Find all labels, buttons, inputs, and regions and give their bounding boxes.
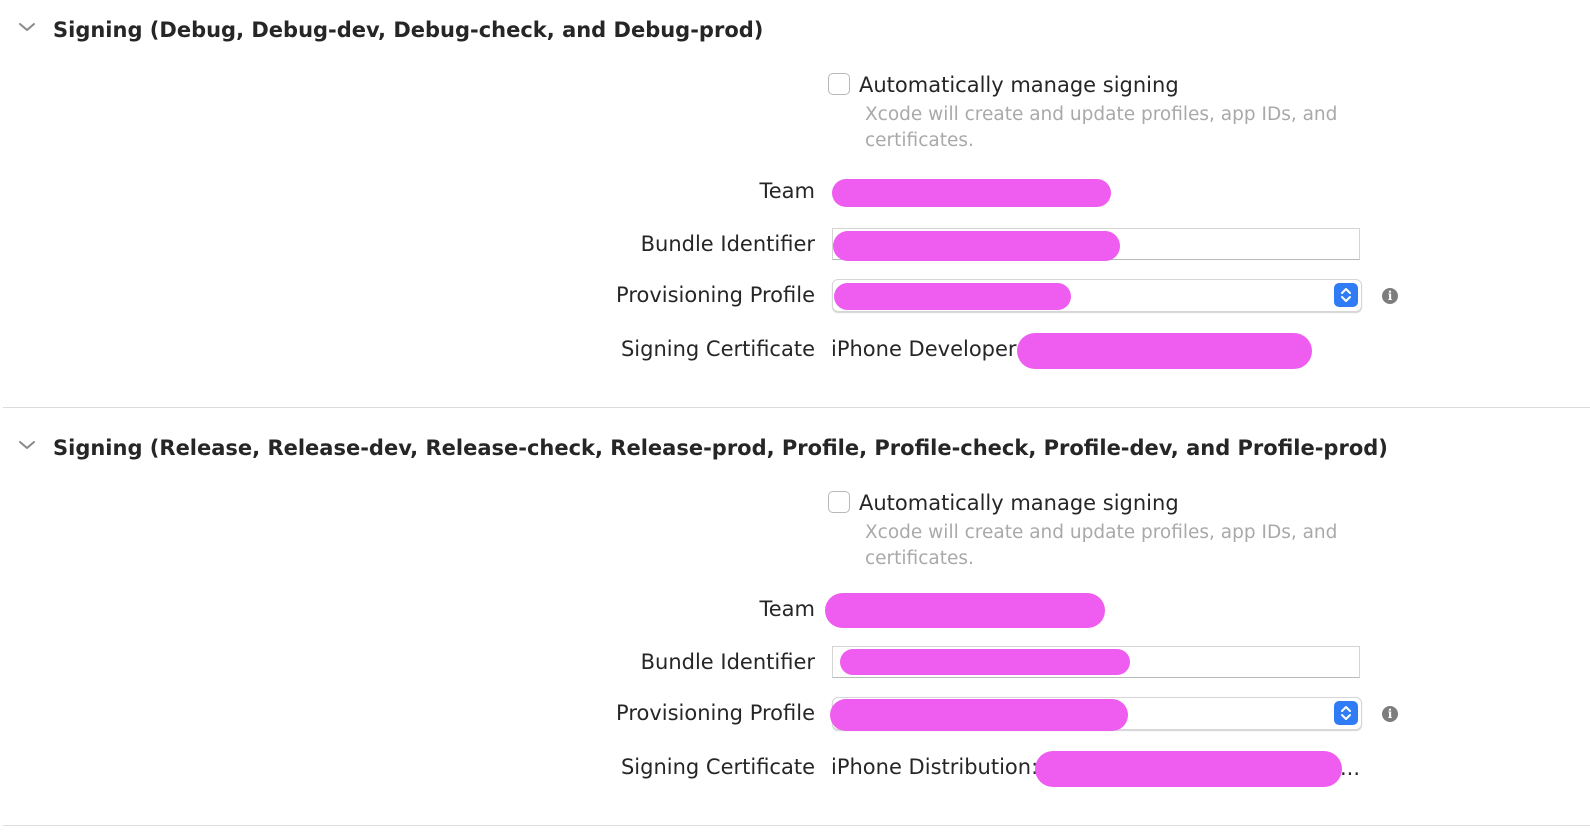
auto-manage-signing-label[interactable]: Automatically manage signing (859, 72, 1179, 98)
bundle-identifier-label: Bundle Identifier (640, 232, 815, 256)
bundle-identifier-label: Bundle Identifier (640, 650, 815, 674)
team-label: Team (759, 179, 815, 203)
signing-certificate-label: Signing Certificate (620, 755, 815, 779)
redacted-provisioning-profile (830, 699, 1128, 731)
signing-certificate-label: Signing Certificate (620, 337, 815, 361)
provisioning-profile-label: Provisioning Profile (616, 283, 815, 307)
redacted-bundle-identifier (833, 231, 1120, 261)
section-divider (3, 825, 1590, 826)
chevron-down-icon[interactable] (17, 435, 37, 455)
section-title: Signing (Debug, Debug-dev, Debug-check, … (53, 18, 764, 42)
truncation-ellipsis: ... (1340, 756, 1361, 780)
auto-manage-signing-help: Xcode will create and update profiles, a… (865, 104, 1338, 151)
info-icon[interactable]: i (1382, 288, 1398, 304)
redacted-signing-certificate (1035, 751, 1342, 787)
section-header-debug[interactable]: Signing (Debug, Debug-dev, Debug-check, … (0, 17, 1590, 57)
popup-stepper-icon[interactable] (1334, 701, 1358, 725)
section-title: Signing (Release, Release-dev, Release-c… (53, 436, 1388, 460)
redacted-team-value (832, 179, 1111, 207)
section-header-release[interactable]: Signing (Release, Release-dev, Release-c… (0, 435, 1590, 475)
signing-certificate-value: iPhone Distribution: (831, 755, 1039, 779)
section-divider (3, 407, 1590, 408)
auto-manage-signing-label[interactable]: Automatically manage signing (859, 490, 1179, 516)
info-icon[interactable]: i (1382, 706, 1398, 722)
popup-stepper-icon[interactable] (1334, 283, 1358, 307)
chevron-down-icon[interactable] (17, 17, 37, 37)
redacted-bundle-identifier (840, 649, 1130, 675)
auto-manage-signing-checkbox[interactable] (828, 491, 850, 513)
provisioning-profile-label: Provisioning Profile (616, 701, 815, 725)
redacted-provisioning-profile (834, 283, 1071, 310)
team-label: Team (759, 597, 815, 621)
signing-certificate-value: iPhone Developer: (831, 337, 1024, 361)
redacted-team-value (825, 593, 1105, 628)
auto-manage-signing-help: Xcode will create and update profiles, a… (865, 522, 1338, 569)
redacted-signing-certificate (1017, 333, 1312, 369)
auto-manage-signing-checkbox[interactable] (828, 73, 850, 95)
